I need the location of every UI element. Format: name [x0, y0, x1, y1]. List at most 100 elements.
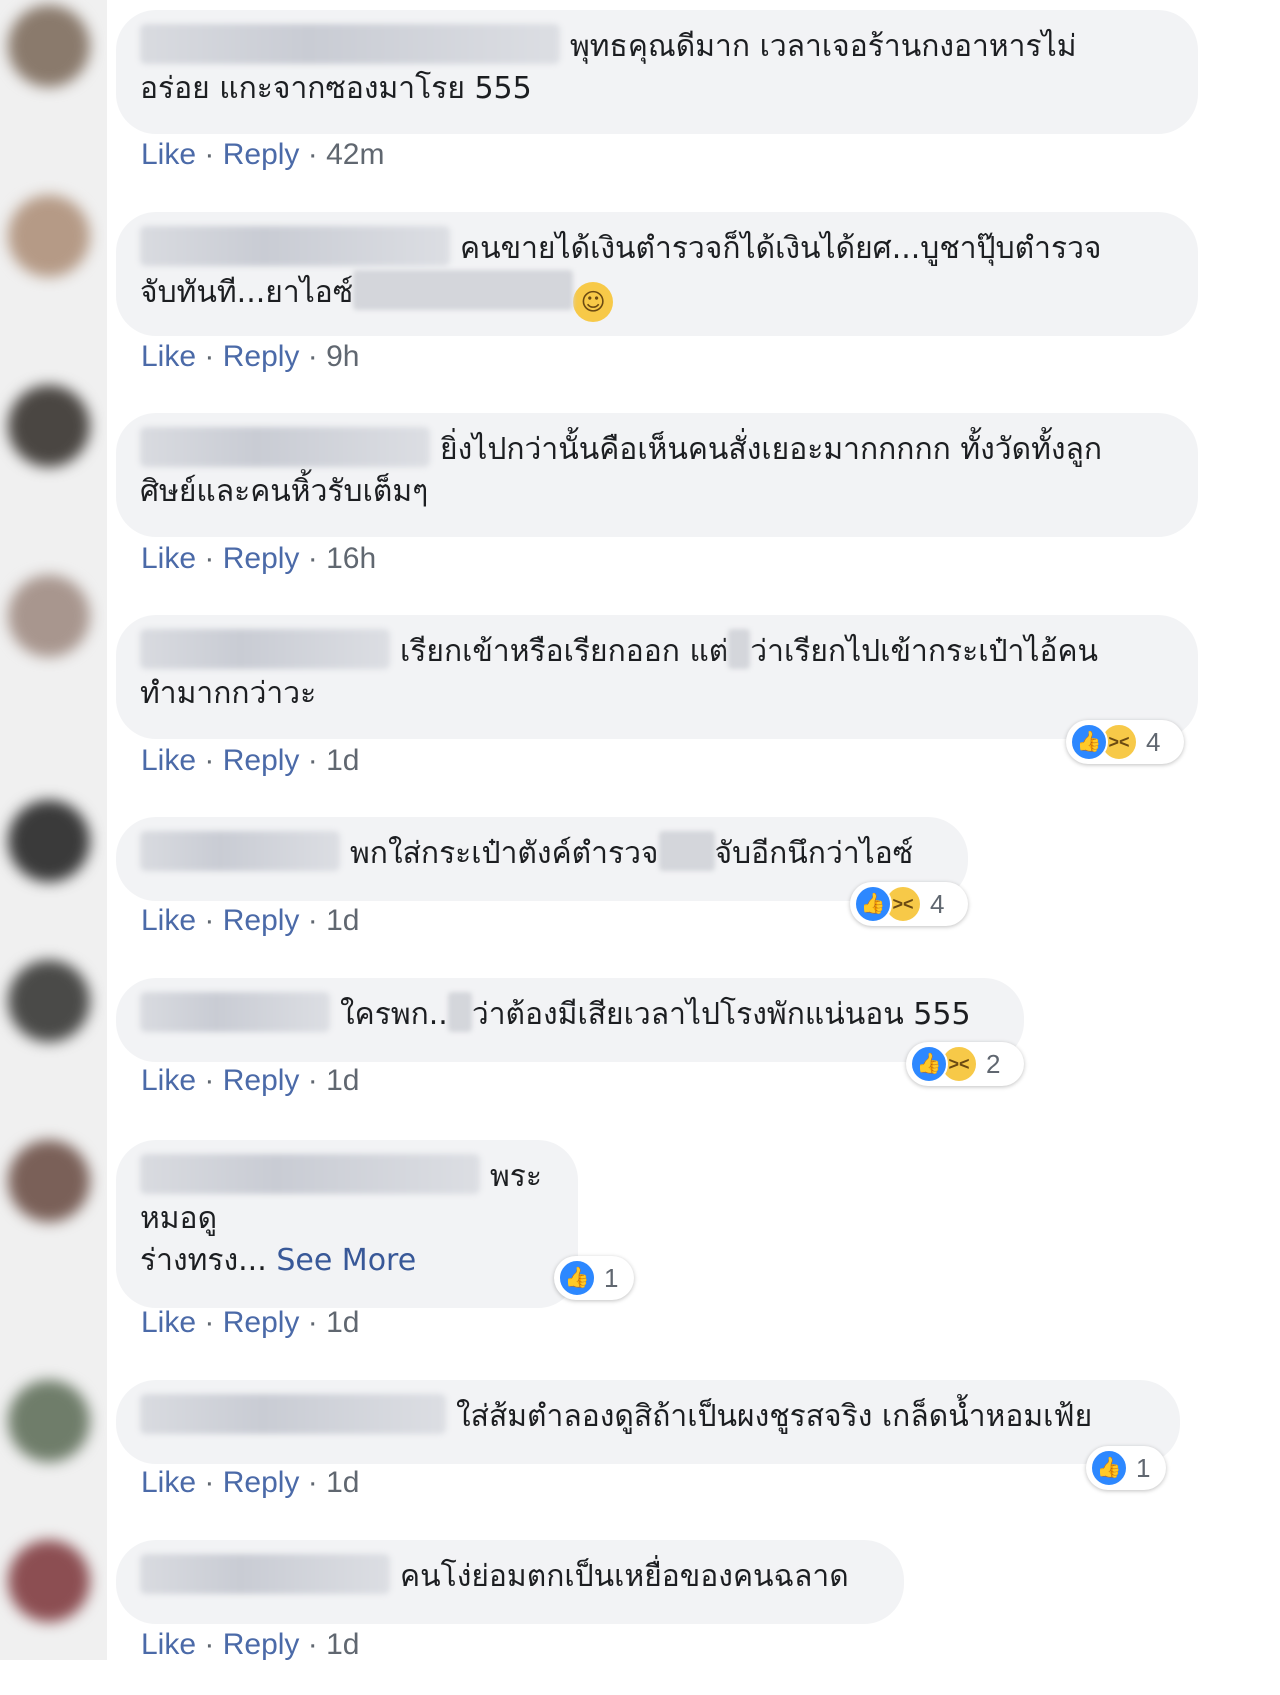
comment-actions: Like · Reply · 1d [141, 1628, 360, 1662]
reaction-summary[interactable]: 👍 >< 2 [906, 1042, 1024, 1086]
comment-text: หมอดู [140, 1201, 218, 1236]
reaction-count: 4 [1146, 726, 1161, 757]
separator: · [204, 340, 215, 373]
like-link[interactable]: Like [141, 138, 196, 171]
comment-actions: Like · Reply · 1d [141, 1466, 360, 1500]
timestamp[interactable]: 1d [326, 1466, 359, 1499]
commenter-name[interactable] [140, 831, 340, 871]
comment-actions: Like · Reply · 1d [141, 744, 360, 778]
reply-link[interactable]: Reply [223, 1064, 300, 1097]
timestamp[interactable]: 1d [326, 1306, 359, 1339]
like-link[interactable]: Like [141, 542, 196, 575]
comment-actions: Like · Reply · 9h [141, 340, 360, 374]
comment-text: ว่าต้องมีเสียเวลาไปโรงพักแน่นอน 555 [471, 997, 971, 1032]
separator: · [204, 744, 215, 777]
separator: · [204, 138, 215, 171]
reply-link[interactable]: Reply [223, 904, 300, 937]
see-more-link[interactable]: See More [276, 1243, 416, 1278]
commenter-name[interactable] [140, 992, 330, 1032]
like-link[interactable]: Like [141, 1466, 196, 1499]
commenter-name[interactable] [140, 629, 390, 669]
reaction-summary[interactable]: 👍 1 [1086, 1446, 1166, 1490]
comment-actions: Like · Reply · 1d [141, 1306, 360, 1340]
comment-text: ยิ่งไปกว่านั้นคือเห็นคนสั่งเยอะมากกกกก ท… [440, 432, 1103, 467]
timestamp[interactable]: 1d [326, 744, 359, 777]
comment-bubble: พระ หมอดู ร่างทรง... See More [116, 1140, 578, 1308]
avatar[interactable] [8, 1540, 90, 1622]
separator: · [307, 138, 318, 171]
timestamp[interactable]: 1d [326, 1628, 359, 1661]
comment-bubble: พุทธคุณดีมาก เวลาเจอร้านกงอาหารไม่ อร่อย… [116, 10, 1198, 134]
avatar[interactable] [8, 5, 90, 87]
comment-bubble: ใส่ส้มตำลองดูสิถ้าเป็นผงชูรสจริง เกล็ดน้… [116, 1380, 1180, 1464]
commenter-name[interactable] [140, 1554, 390, 1594]
redacted-text [658, 831, 715, 871]
reaction-summary[interactable]: 👍 >< 4 [850, 882, 968, 926]
avatar[interactable] [8, 1380, 90, 1462]
reply-link[interactable]: Reply [223, 340, 300, 373]
timestamp[interactable]: 16h [326, 542, 376, 575]
avatar[interactable] [8, 1140, 90, 1222]
redacted-text [353, 270, 574, 310]
comment-text: พระ [490, 1159, 543, 1194]
timestamp[interactable]: 1d [326, 904, 359, 937]
like-link[interactable]: Like [141, 1064, 196, 1097]
comment-text: จับทันที...ยาไอซ์ [140, 275, 354, 310]
comment-bubble: พกใส่กระเป๋าตังค์ตำรวจ จับอีกนึกว่าไอซ์ [116, 817, 968, 901]
reply-link[interactable]: Reply [223, 542, 300, 575]
reply-link[interactable]: Reply [223, 138, 300, 171]
separator: · [204, 904, 215, 937]
reaction-summary[interactable]: 👍 1 [554, 1256, 634, 1300]
comment-actions: Like · Reply · 42m [141, 138, 384, 172]
like-link[interactable]: Like [141, 340, 196, 373]
reply-link[interactable]: Reply [223, 1466, 300, 1499]
separator: · [307, 744, 318, 777]
separator: · [204, 1064, 215, 1097]
reaction-count: 4 [930, 888, 945, 919]
commenter-name[interactable] [140, 24, 560, 64]
separator: · [307, 340, 318, 373]
reply-link[interactable]: Reply [223, 744, 300, 777]
reply-link[interactable]: Reply [223, 1306, 300, 1339]
comment-text: ศิษย์และคนหิ้วรับเต็มๆ [140, 474, 429, 509]
commenter-name[interactable] [140, 226, 450, 266]
timestamp[interactable]: 1d [326, 1064, 359, 1097]
comment-text: ใครพก.. [340, 997, 448, 1032]
comment-text: ใส่ส้มตำลองดูสิถ้าเป็นผงชูรสจริง เกล็ดน้… [456, 1399, 1093, 1434]
comment-text: เรียกเข้าหรือเรียกออก แต่ [400, 634, 729, 669]
commenter-name[interactable] [140, 427, 430, 467]
avatar[interactable] [8, 575, 90, 657]
comment-bubble: ใครพก.. ว่าต้องมีเสียเวลาไปโรงพักแน่นอน 5… [116, 978, 1024, 1062]
commenter-name[interactable] [140, 1154, 480, 1194]
comment-text: อร่อย แกะจากซองมาโรย 555 [140, 71, 532, 106]
redacted-text [447, 992, 472, 1032]
avatar[interactable] [8, 960, 90, 1042]
comment-bubble: เรียกเข้าหรือเรียกออก แต่ ว่าเรียกไปเข้าก… [116, 615, 1198, 739]
thumbs-up-icon: 👍 [1070, 723, 1108, 761]
separator: · [307, 904, 318, 937]
avatar[interactable] [8, 195, 90, 277]
separator: · [204, 1628, 215, 1661]
separator: · [307, 1064, 318, 1097]
comment-actions: Like · Reply · 16h [141, 542, 376, 576]
reply-link[interactable]: Reply [223, 1628, 300, 1661]
separator: · [307, 1466, 318, 1499]
timestamp[interactable]: 9h [326, 340, 359, 373]
timestamp[interactable]: 42m [326, 138, 384, 171]
thumbs-up-icon: 👍 [558, 1259, 596, 1297]
rolling-laughing-emoji-icon: ☺ [573, 282, 614, 322]
avatar[interactable] [8, 385, 90, 467]
comment-bubble: ยิ่งไปกว่านั้นคือเห็นคนสั่งเยอะมากกกกก ท… [116, 413, 1198, 537]
commenter-name[interactable] [140, 1394, 446, 1434]
like-link[interactable]: Like [141, 1628, 196, 1661]
comment-text: ทำมากกว่าวะ [140, 676, 317, 711]
avatar[interactable] [8, 800, 90, 882]
comment-actions: Like · Reply · 1d [141, 1064, 360, 1098]
thumbs-up-icon: 👍 [910, 1045, 948, 1083]
like-link[interactable]: Like [141, 744, 196, 777]
reaction-summary[interactable]: 👍 >< 4 [1066, 720, 1184, 764]
like-link[interactable]: Like [141, 904, 196, 937]
like-link[interactable]: Like [141, 1306, 196, 1339]
comment-text: ร่างทรง... [140, 1243, 267, 1278]
thumbs-up-icon: 👍 [854, 885, 892, 923]
